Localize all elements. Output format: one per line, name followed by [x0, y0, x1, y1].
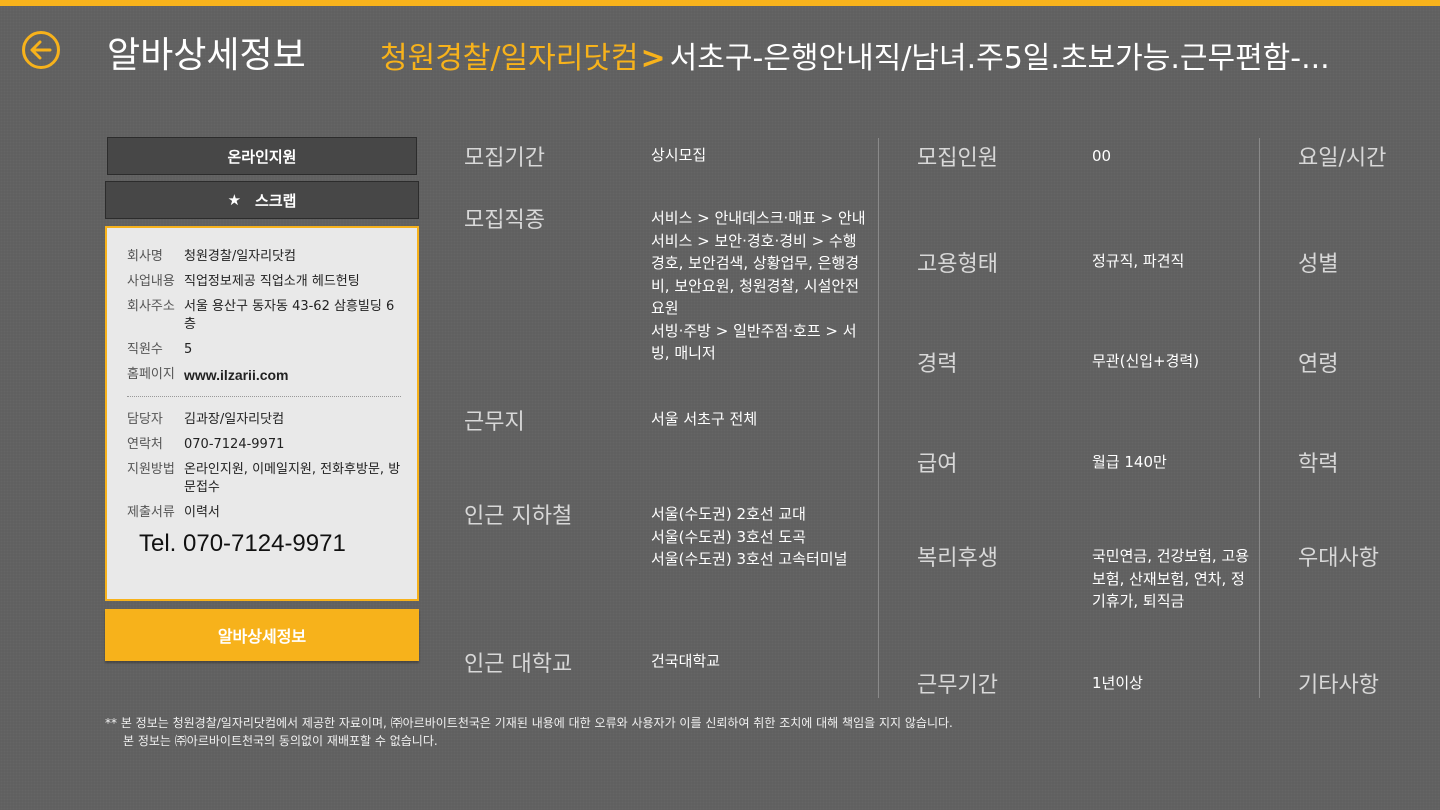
- info-key: 회사주소: [127, 299, 175, 314]
- label-job-type: 모집직종: [464, 208, 545, 233]
- scrap-button[interactable]: ★ 스크랩: [105, 181, 419, 219]
- star-icon: ★: [227, 191, 242, 209]
- back-button[interactable]: [22, 31, 60, 69]
- value-nearby-university: 건국대학교: [651, 652, 721, 670]
- label-etc: 기타사항: [1298, 673, 1379, 698]
- info-row: 지원방법 온라인지원, 이메일지원, 전화후방문, 방문접수: [127, 461, 405, 497]
- info-row: 회사명 청원경찰/일자리닷컴: [127, 248, 405, 266]
- value-nearby-subway: 서울(수도권) 2호선 교대 서울(수도권) 3호선 도곡 서울(수도권) 3호…: [651, 505, 848, 568]
- value-benefits: 국민연금, 건강보험, 고용보험, 산재보험, 연차, 정기휴가, 퇴직금: [1092, 547, 1250, 610]
- column-divider: [1259, 138, 1260, 698]
- breadcrumb: 청원경찰/일자리닷컴> 서초구-은행안내직/남녀.주5일.초보가능.근무편함-..…: [380, 33, 1420, 77]
- label-work-period: 근무기간: [917, 673, 998, 698]
- label-recruit-period: 모집기간: [464, 146, 545, 171]
- divider: [127, 396, 401, 397]
- label-education: 학력: [1298, 452, 1339, 477]
- label-work-location: 근무지: [464, 410, 525, 435]
- top-accent-bar: [0, 0, 1440, 6]
- label-nearby-subway: 인근 지하철: [464, 504, 573, 529]
- page-title: 알바상세정보: [107, 35, 306, 76]
- info-key: 홈페이지: [127, 367, 175, 382]
- info-key: 담당자: [127, 412, 163, 427]
- label-salary: 급여: [917, 452, 958, 477]
- info-value: 서울 용산구 동자동 43-62 삼흥빌딩 6층: [184, 299, 395, 332]
- disclaimer-line-1: ** 본 정보는 청원경찰/일자리닷컴에서 제공한 자료이며, ㈜아르바이트천국…: [105, 716, 953, 730]
- info-value: 070-7124-9971: [184, 437, 285, 452]
- breadcrumb-company[interactable]: 청원경찰/일자리닷컴: [380, 41, 639, 76]
- info-row: 제출서류 이력서: [127, 504, 405, 522]
- online-apply-button[interactable]: 온라인지원: [107, 137, 417, 175]
- info-value: 5: [184, 342, 193, 357]
- disclaimer-line-2: 본 정보는 ㈜아르바이트천국의 동의없이 재배포할 수 없습니다.: [123, 734, 438, 748]
- label-days-hours: 요일/시간: [1298, 146, 1387, 171]
- info-key: 사업내용: [127, 274, 175, 289]
- value-employment-type: 정규직, 파견직: [1092, 252, 1185, 270]
- label-headcount: 모집인원: [917, 146, 998, 171]
- value-experience: 무관(신입+경력): [1092, 352, 1200, 370]
- info-row: 담당자 김과장/일자리닷컴: [127, 411, 405, 429]
- tel-number[interactable]: Tel. 070-7124-9971: [139, 530, 405, 558]
- info-row: 홈페이지 www.ilzarii.com: [127, 366, 405, 384]
- homepage-link[interactable]: www.ilzarii.com: [184, 366, 405, 384]
- label-nearby-university: 인근 대학교: [464, 652, 573, 677]
- value-headcount: 00: [1092, 147, 1112, 165]
- arrow-left-icon: [30, 40, 52, 60]
- info-value: 청원경찰/일자리닷컴: [184, 249, 297, 264]
- info-key: 지원방법: [127, 462, 175, 477]
- job-detail-tab[interactable]: 알바상세정보: [105, 609, 419, 661]
- value-recruit-period: 상시모집: [651, 146, 707, 164]
- scrap-label: 스크랩: [255, 191, 297, 210]
- label-preference: 우대사항: [1298, 546, 1379, 571]
- label-employment-type: 고용형태: [917, 252, 998, 277]
- info-key: 회사명: [127, 249, 163, 264]
- value-salary: 월급 140만: [1092, 453, 1167, 471]
- value-work-period: 1년이상: [1092, 674, 1143, 692]
- column-divider: [878, 138, 879, 698]
- info-row: 사업내용 직업정보제공 직업소개 헤드헌팅: [127, 273, 405, 291]
- value-work-location: 서울 서초구 전체: [651, 410, 758, 428]
- info-value: 이력서: [184, 505, 220, 520]
- company-info-card: 회사명 청원경찰/일자리닷컴 사업내용 직업정보제공 직업소개 헤드헌팅 회사주소 서…: [105, 226, 419, 601]
- label-benefits: 복리후생: [917, 546, 998, 571]
- info-row: 직원수 5: [127, 341, 405, 359]
- value-job-type: 서비스 > 안내데스크·매표 > 안내 서비스 > 보안·경호·경비 > 수행경…: [651, 209, 866, 362]
- info-row: 연락처 070-7124-9971: [127, 436, 405, 454]
- label-experience: 경력: [917, 352, 958, 377]
- info-key: 연락처: [127, 437, 163, 452]
- label-gender: 성별: [1298, 252, 1339, 277]
- breadcrumb-job-title: 서초구-은행안내직/남녀.주5일.초보가능.근무편함-...: [669, 41, 1330, 76]
- label-age: 연령: [1298, 352, 1339, 377]
- info-value: 김과장/일자리닷컴: [184, 412, 285, 427]
- info-value: 직업정보제공 직업소개 헤드헌팅: [184, 274, 360, 289]
- info-key: 제출서류: [127, 505, 175, 520]
- info-row: 회사주소 서울 용산구 동자동 43-62 삼흥빌딩 6층: [127, 298, 405, 334]
- info-value: 온라인지원, 이메일지원, 전화후방문, 방문접수: [184, 462, 401, 495]
- info-key: 직원수: [127, 342, 163, 357]
- chevron-right-icon: >: [640, 41, 666, 76]
- disclaimer: ** 본 정보는 청원경찰/일자리닷컴에서 제공한 자료이며, ㈜아르바이트천국…: [105, 714, 953, 750]
